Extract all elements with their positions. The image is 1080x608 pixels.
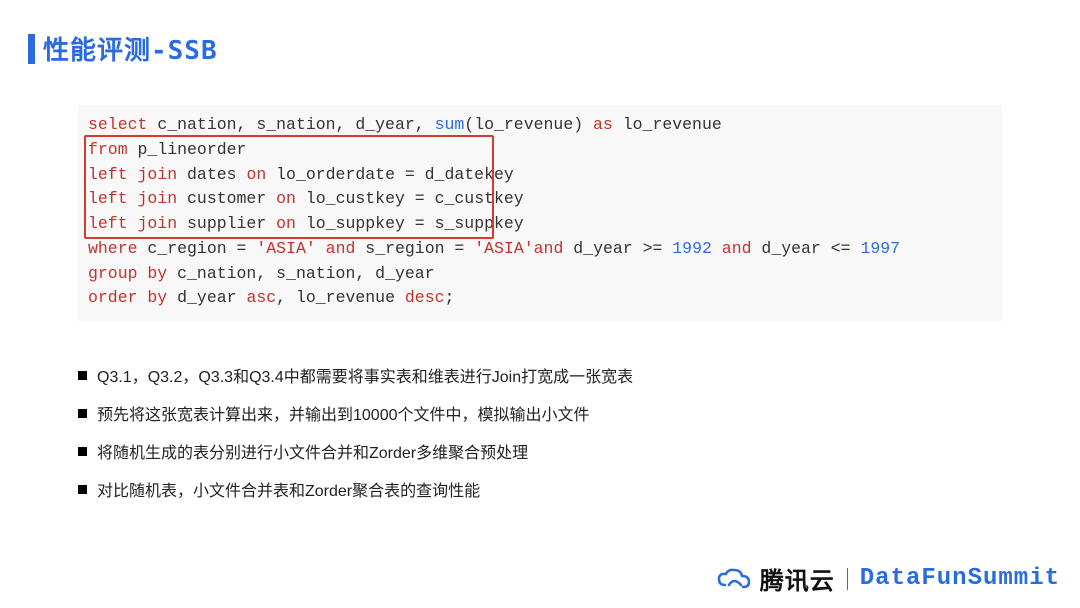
bullet-item: 将随机生成的表分别进行小文件合并和Zorder多维聚合预处理 bbox=[78, 439, 1002, 463]
bullet-item: 对比随机表，小文件合并表和Zorder聚合表的查询性能 bbox=[78, 477, 1002, 501]
slide-title: 性能评测-SSB bbox=[43, 30, 218, 67]
bullet-text: Q3.1，Q3.2，Q3.3和Q3.4中都需要将事实表和维表进行Join打宽成一… bbox=[97, 363, 633, 387]
title-marker bbox=[28, 34, 35, 64]
code-line: left join dates on lo_orderdate = d_date… bbox=[88, 163, 992, 188]
footer-divider bbox=[847, 568, 848, 590]
bullet-list: Q3.1，Q3.2，Q3.3和Q3.4中都需要将事实表和维表进行Join打宽成一… bbox=[78, 363, 1002, 501]
bullet-marker bbox=[78, 447, 87, 456]
code-line: left join supplier on lo_suppkey = s_sup… bbox=[88, 212, 992, 237]
sql-code-block: select c_nation, s_nation, d_year, sum(l… bbox=[78, 105, 1002, 321]
bullet-item: Q3.1，Q3.2，Q3.3和Q3.4中都需要将事实表和维表进行Join打宽成一… bbox=[78, 363, 1002, 387]
bullet-text: 将随机生成的表分别进行小文件合并和Zorder多维聚合预处理 bbox=[97, 439, 528, 463]
slide-title-bar: 性能评测-SSB bbox=[0, 0, 1080, 77]
tencent-cloud-label: 腾讯云 bbox=[760, 561, 835, 596]
code-line: select c_nation, s_nation, d_year, sum(l… bbox=[88, 113, 992, 138]
bullet-marker bbox=[78, 485, 87, 494]
bullet-item: 预先将这张宽表计算出来，并输出到10000个文件中，模拟输出小文件 bbox=[78, 401, 1002, 425]
datafun-label: DataFunSummit bbox=[860, 565, 1060, 592]
code-line: where c_region = 'ASIA' and s_region = '… bbox=[88, 237, 992, 262]
bullet-marker bbox=[78, 409, 87, 418]
footer: 腾讯云 DataFunSummit bbox=[716, 561, 1060, 596]
code-line: group by c_nation, s_nation, d_year bbox=[88, 262, 992, 287]
code-line: order by d_year asc, lo_revenue desc; bbox=[88, 286, 992, 311]
bullet-marker bbox=[78, 371, 87, 380]
code-line: left join customer on lo_custkey = c_cus… bbox=[88, 187, 992, 212]
code-line: from p_lineorder bbox=[88, 138, 992, 163]
bullet-text: 对比随机表，小文件合并表和Zorder聚合表的查询性能 bbox=[97, 477, 480, 501]
tencent-cloud-icon bbox=[716, 567, 752, 591]
bullet-text: 预先将这张宽表计算出来，并输出到10000个文件中，模拟输出小文件 bbox=[97, 401, 590, 425]
